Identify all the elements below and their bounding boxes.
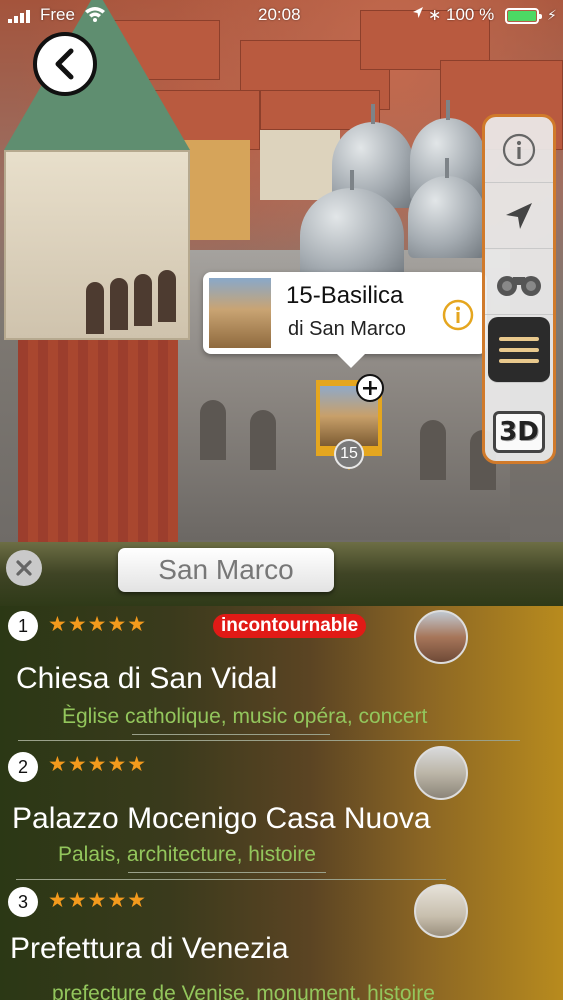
list-item[interactable]: 3 ★★★★★ Prefettura di Venezia prefecture… (0, 822, 563, 1000)
location-icon (412, 5, 424, 25)
carrier-label: Free (40, 5, 75, 24)
rating-stars: ★★★★★ (48, 753, 148, 776)
poi-thumbnail (209, 278, 271, 348)
status-bar: Free 20:08 ∗ 100 % ⚡ (0, 0, 563, 30)
map-view[interactable]: 15-Basilica di San Marco 15 Free 20:08 ∗ (0, 0, 563, 542)
poi-thumbnail (414, 746, 468, 800)
poi-name: Prefettura di Venezia (10, 932, 289, 965)
rating-stars: ★★★★★ (48, 613, 148, 636)
basilica-arch (250, 410, 276, 470)
back-arrow-icon (55, 48, 74, 80)
campanile-tower (18, 330, 178, 542)
battery-percent: 100 % (446, 5, 495, 24)
charging-icon: ⚡ (547, 7, 557, 23)
basilica-dome (408, 158, 486, 258)
basilica-arch (420, 420, 446, 480)
poi-thumbnail (414, 884, 468, 938)
view-3d-label: 3D (493, 411, 545, 453)
binoculars-icon (497, 275, 541, 296)
navigation-arrow-icon (506, 202, 532, 229)
belfry-window (86, 282, 104, 334)
explore-button[interactable] (485, 249, 553, 315)
list-item[interactable]: 2 ★★★★★ Palazzo Mocenigo Casa Nuova Pala… (0, 682, 563, 880)
time-label: 20:08 (258, 5, 301, 24)
belfry-window (110, 278, 128, 330)
poi-callout[interactable]: 15-Basilica di San Marco (203, 272, 487, 368)
battery-icon (505, 8, 542, 24)
info-icon[interactable] (441, 298, 475, 337)
wifi-icon (84, 6, 106, 27)
menu-icon (499, 336, 539, 363)
list-item[interactable]: 1 ★★★★★ incontournable Chiesa di San Vid… (0, 542, 563, 741)
poi-list-panel: San Marco 1 ★★★★★ incontournable Chiesa … (0, 542, 563, 1000)
map-toolbar: 3D (482, 114, 556, 464)
poi-tags: prefecture de Venise, monument, histoire (52, 982, 435, 1000)
rating-stars: ★★★★★ (48, 889, 148, 912)
poi-thumbnail (414, 610, 468, 664)
rank-number: 1 (8, 611, 38, 641)
must-see-badge: incontournable (213, 614, 367, 638)
back-button[interactable] (33, 32, 97, 96)
belfry-window (134, 274, 152, 326)
plus-icon[interactable] (356, 374, 384, 402)
belfry-window (158, 270, 176, 322)
info-button[interactable] (485, 117, 553, 183)
poi-title: 15-Basilica (286, 282, 404, 309)
rank-number: 3 (8, 887, 38, 917)
info-icon (502, 133, 536, 166)
bluetooth-icon: ∗ (428, 7, 442, 24)
rank-number: 2 (8, 752, 38, 782)
locate-button[interactable] (485, 183, 553, 249)
menu-button[interactable] (488, 317, 550, 383)
poi-subtitle: di San Marco (288, 318, 406, 340)
basilica-dome (300, 170, 404, 284)
basilica-arch (200, 400, 226, 460)
campanile-belfry (4, 150, 190, 340)
poi-number-badge: 15 (334, 439, 364, 469)
view-3d-button[interactable]: 3D (485, 399, 553, 461)
signal-icon (8, 9, 36, 23)
